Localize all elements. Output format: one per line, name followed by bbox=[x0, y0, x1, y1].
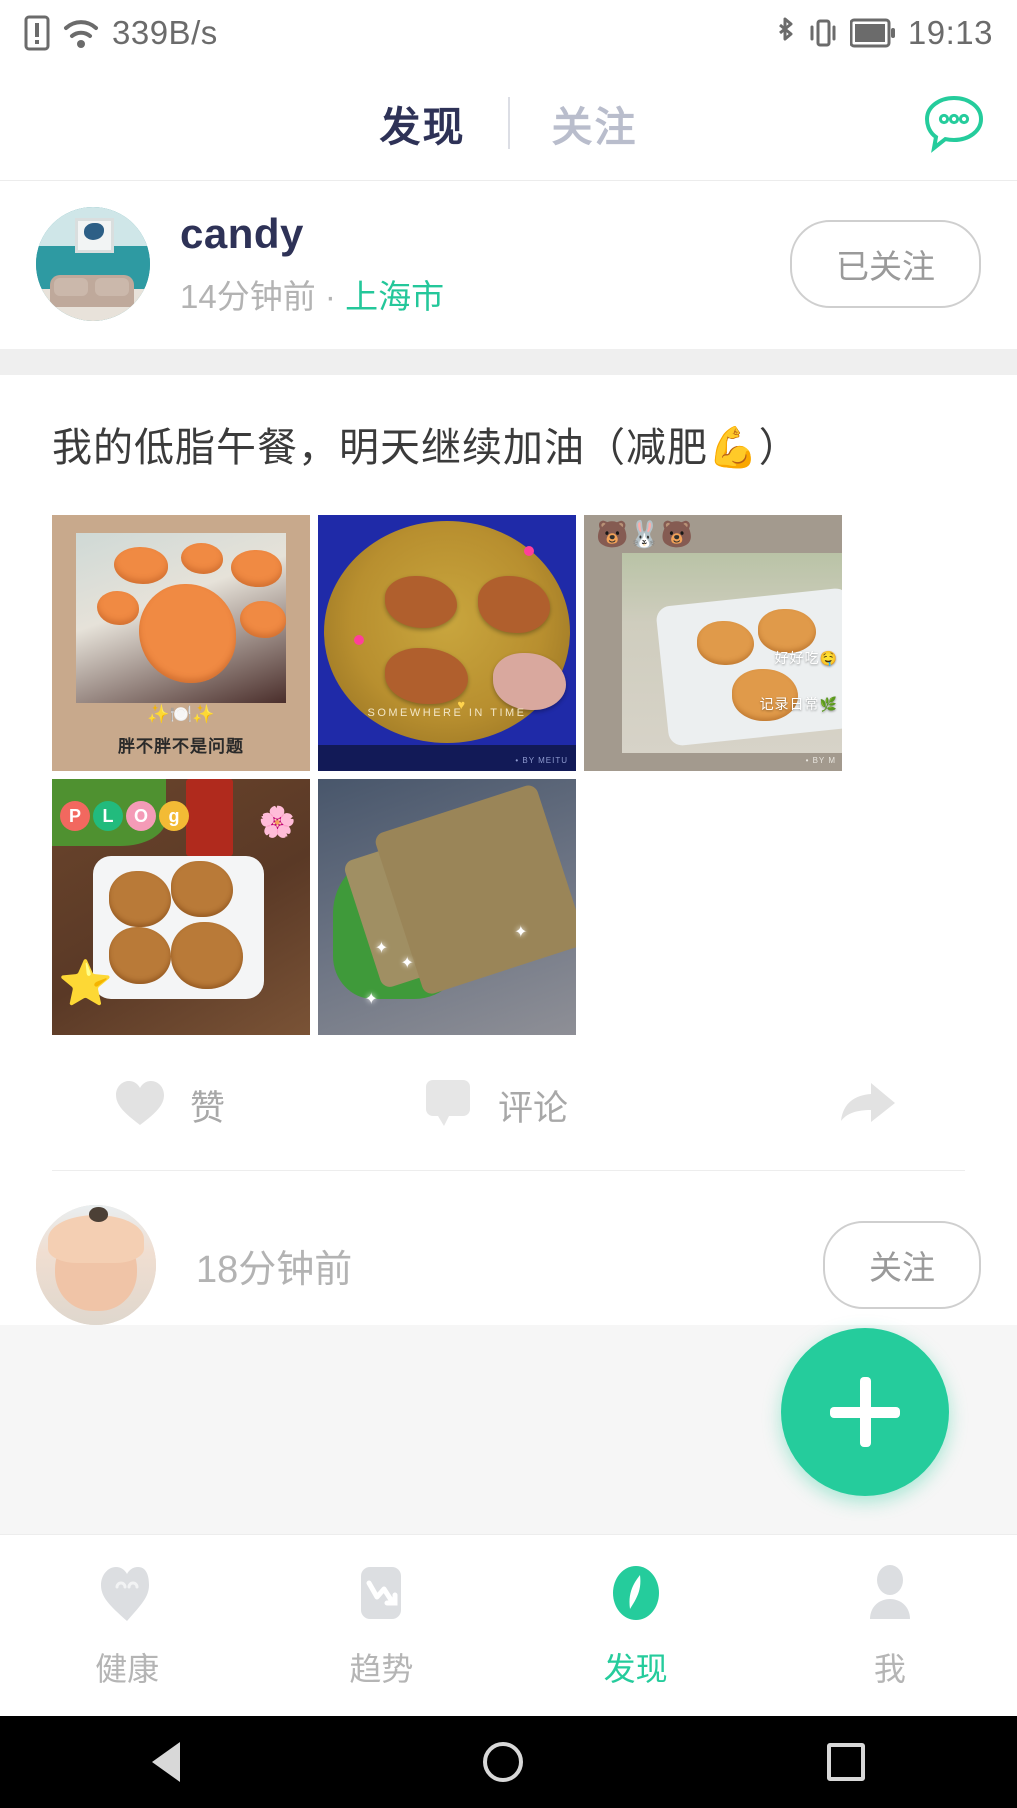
share-button[interactable] bbox=[720, 1075, 957, 1136]
heart-icon bbox=[112, 1077, 168, 1134]
recents-square-icon[interactable] bbox=[827, 1743, 866, 1781]
tab-discover[interactable]: 发现 bbox=[338, 93, 508, 153]
photo-grid: ✨🍽️✨ 胖不胖不是问题 ♥ SOMEWHERE IN TIME • BY ME… bbox=[52, 515, 965, 1035]
post-image-3[interactable]: 🐻🐰🐻 好好吃🤤 记录日常🌿 • BY M bbox=[584, 515, 842, 771]
share-arrow-icon bbox=[835, 1075, 899, 1136]
post-meta: 14分钟前 · 上海市 bbox=[180, 270, 790, 318]
meta-separator: · bbox=[324, 278, 336, 315]
post-card: candy 14分钟前 · 上海市 已关注 我的低脂午餐，明天继续加油（减肥💪） bbox=[0, 181, 1017, 1171]
tab-following[interactable]: 关注 bbox=[510, 93, 680, 153]
nav-item-me[interactable]: 我 bbox=[763, 1561, 1017, 1690]
avatar[interactable] bbox=[36, 207, 150, 321]
status-bar: 339B/s 19:13 bbox=[0, 0, 1017, 66]
person-icon bbox=[858, 1561, 922, 1630]
image-3-overlay-bottom: 记录日常🌿 bbox=[759, 696, 838, 713]
post-card-2: 18分钟前 关注 bbox=[0, 1171, 1017, 1325]
wifi-icon bbox=[62, 17, 100, 49]
nav-label-health: 健康 bbox=[95, 1651, 160, 1687]
comment-bubble-icon bbox=[420, 1076, 476, 1135]
post-2-time: 18分钟前 bbox=[196, 1248, 353, 1291]
chat-bubble-dots-icon[interactable] bbox=[921, 90, 987, 156]
like-label: 赞 bbox=[190, 1089, 226, 1128]
avatar-2[interactable] bbox=[36, 1205, 156, 1325]
post-text: 我的低脂午餐，明天继续加油（减肥💪） bbox=[52, 426, 800, 470]
nav-label-discover: 发现 bbox=[603, 1651, 668, 1687]
post-time: 14分钟前 bbox=[180, 278, 316, 315]
vibrate-icon bbox=[808, 16, 838, 50]
nav-item-trend[interactable]: 趋势 bbox=[254, 1561, 508, 1690]
follow-button-2[interactable]: 关注 bbox=[823, 1221, 981, 1309]
comment-label: 评论 bbox=[498, 1089, 569, 1128]
health-heart-icon bbox=[95, 1561, 159, 1630]
image-1-sparkle: ✨🍽️✨ bbox=[147, 704, 215, 724]
image-2-watermark: • BY MEITU bbox=[515, 756, 568, 765]
back-triangle-icon[interactable] bbox=[151, 1742, 180, 1782]
nav-item-discover[interactable]: 发现 bbox=[509, 1561, 763, 1690]
nav-label-me: 我 bbox=[873, 1651, 906, 1687]
trend-chart-icon bbox=[349, 1561, 413, 1630]
post-username[interactable]: candy bbox=[180, 210, 790, 258]
image-3-stickers: 🐻🐰🐻 bbox=[596, 519, 694, 549]
bottom-nav: 健康 趋势 发现 我 bbox=[0, 1534, 1017, 1716]
post-image-4[interactable]: P L O g 🌸 ⭐ bbox=[52, 779, 310, 1035]
comment-button[interactable]: 评论 bbox=[390, 1076, 720, 1135]
image-1-caption: 胖不胖不是问题 bbox=[118, 737, 244, 756]
image-2-label: SOMEWHERE IN TIME bbox=[367, 707, 527, 719]
sim-alert-icon bbox=[24, 15, 50, 51]
post-image-5[interactable]: ✦ ✦ ✦ ✦ bbox=[318, 779, 576, 1035]
home-circle-icon[interactable] bbox=[483, 1742, 524, 1782]
image-4-plog-stickers: P L O g bbox=[60, 801, 189, 831]
post-image-1[interactable]: ✨🍽️✨ 胖不胖不是问题 bbox=[52, 515, 310, 771]
post-header: candy 14分钟前 · 上海市 已关注 bbox=[0, 181, 1017, 349]
clock: 19:13 bbox=[907, 14, 993, 51]
image-3-overlay-top: 好好吃🤤 bbox=[774, 650, 838, 667]
post-location[interactable]: 上海市 bbox=[345, 278, 444, 315]
bluetooth-icon bbox=[774, 16, 796, 50]
flower-sticker-icon: 🌸 bbox=[258, 806, 296, 839]
like-button[interactable]: 赞 bbox=[60, 1077, 390, 1134]
discover-leaf-icon bbox=[604, 1561, 668, 1630]
post-actions: 赞 评论 bbox=[0, 1035, 1017, 1170]
top-tab-bar: 发现 关注 bbox=[0, 66, 1017, 181]
android-system-bar bbox=[0, 1716, 1017, 1808]
post-body: 我的低脂午餐，明天继续加油（减肥💪） ✨🍽️✨ 胖不胖不是问题 ♥ SOMEWH… bbox=[0, 375, 1017, 1035]
battery-icon bbox=[849, 18, 896, 48]
post-image-2[interactable]: ♥ SOMEWHERE IN TIME • BY MEITU bbox=[318, 515, 576, 771]
follow-button[interactable]: 已关注 bbox=[790, 220, 981, 308]
image-3-watermark: • BY M bbox=[805, 756, 836, 765]
nav-label-trend: 趋势 bbox=[349, 1651, 414, 1687]
star-sticker-icon: ⭐ bbox=[58, 959, 113, 1008]
section-divider bbox=[0, 349, 1017, 375]
nav-item-health[interactable]: 健康 bbox=[0, 1561, 254, 1690]
network-speed: 339B/s bbox=[112, 14, 218, 51]
create-post-fab[interactable] bbox=[781, 1328, 949, 1496]
app-screen: 339B/s 19:13 发现 关注 candy 14分钟前 · 上海市 已关注… bbox=[0, 0, 1017, 1808]
